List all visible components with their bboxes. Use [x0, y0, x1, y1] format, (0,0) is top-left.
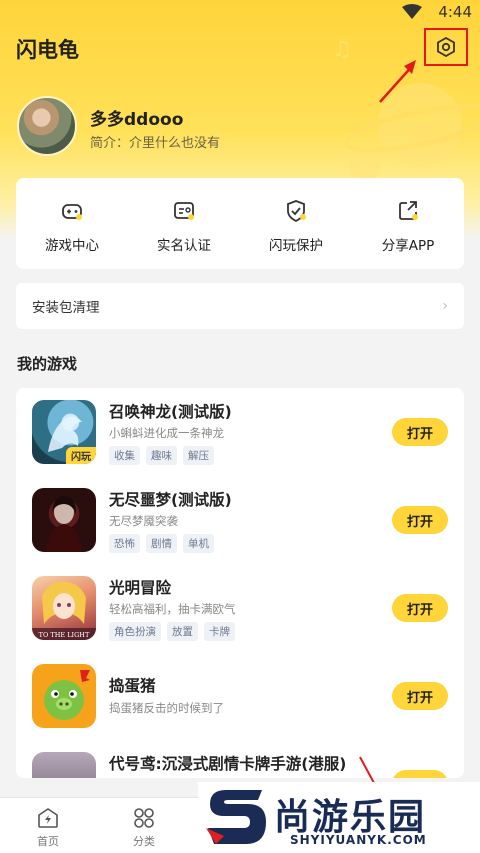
game-tags: 收集 趣味 解压: [109, 446, 214, 465]
app-title: 闪电龟: [16, 38, 79, 62]
horror-character-illustration: [46, 496, 82, 552]
status-time: 4:44: [438, 3, 472, 21]
game-description: 小蝌蚪进化成一条神龙: [109, 426, 224, 440]
game-row[interactable]: 闪玩 召唤神龙(测试版) 小蝌蚪进化成一条神龙 收集 趣味 解压 打开: [16, 400, 464, 488]
shield-check-icon: [287, 200, 306, 223]
open-game-button[interactable]: 打开: [392, 594, 448, 622]
quick-action-label: 闪玩保护: [269, 238, 323, 254]
game-icon[interactable]: 闪玩: [32, 400, 96, 464]
icon-caption: TO THE LIGHT: [39, 631, 90, 639]
open-game-button[interactable]: 打开: [392, 418, 448, 446]
game-tag: 剧情: [146, 534, 177, 553]
category-grid-icon: [134, 808, 154, 828]
open-game-button[interactable]: 打开: [392, 770, 448, 778]
game-name: 代号鸢:沉浸式剧情卡牌手游(港服): [109, 755, 347, 773]
my-games-list: 闪玩 召唤神龙(测试版) 小蝌蚪进化成一条神龙 收集 趣味 解压 打开 无尽噩梦…: [16, 388, 464, 778]
wifi-icon: [402, 4, 422, 19]
open-game-button[interactable]: 打开: [392, 682, 448, 710]
nav-label: 分类: [133, 835, 155, 848]
package-cleanup-row[interactable]: 安装包清理 ›: [16, 283, 464, 329]
game-tag: 放置: [167, 622, 198, 641]
game-tag: 角色扮演: [109, 622, 161, 641]
game-description: 无尽梦魇突袭: [109, 514, 178, 528]
bio-text: 简介：介里什么也没有: [90, 136, 221, 151]
status-bar: 4:44: [0, 0, 480, 26]
share-icon: [399, 201, 418, 220]
game-row[interactable]: TO THE LIGHT 光明冒险 轻松高福利，抽卡满欧气 角色扮演 放置 卡牌…: [16, 576, 464, 664]
svg-text:♫: ♫: [332, 37, 352, 62]
gamepad-icon: [62, 204, 82, 220]
annotation-line: [359, 756, 375, 784]
game-icon[interactable]: [32, 488, 96, 552]
settings-button[interactable]: [424, 28, 468, 66]
quick-action-label: 分享APP: [381, 238, 435, 254]
chevron-right-icon: ›: [442, 298, 448, 314]
quick-action-real-name[interactable]: 实名认证: [128, 178, 240, 269]
id-card-icon: [174, 202, 194, 220]
nav-category[interactable]: 分类: [96, 798, 192, 853]
game-name: 捣蛋猪: [109, 677, 156, 695]
home-lightning-icon: [38, 808, 58, 828]
watermark: 尚游乐园 SHYIYUANYK.COM: [198, 782, 480, 853]
game-tags: 角色扮演 放置 卡牌: [109, 622, 235, 641]
game-icon[interactable]: [32, 664, 96, 728]
game-tag: 解压: [183, 446, 214, 465]
game-tag: 恐怖: [109, 534, 140, 553]
green-pig-illustration: [44, 670, 90, 720]
game-tag: 单机: [183, 534, 214, 553]
package-cleanup-label: 安装包清理: [32, 300, 100, 316]
game-tags: 恐怖 剧情 单机: [109, 534, 214, 553]
watermark-logo: [206, 790, 266, 844]
game-icon[interactable]: TO THE LIGHT: [32, 576, 96, 640]
game-name: 召唤神龙(测试版): [109, 403, 232, 421]
game-tag: 卡牌: [204, 622, 235, 641]
game-description: 捣蛋猪反击的时候到了: [109, 701, 224, 715]
quick-action-share[interactable]: 分享APP: [352, 178, 464, 269]
avatar[interactable]: [17, 96, 77, 156]
quick-action-label: 游戏中心: [45, 238, 99, 254]
watermark-url: SHYIYUANYK.COM: [290, 833, 427, 847]
annotation-arrow: [379, 60, 416, 103]
username[interactable]: 多多ddooo: [90, 105, 183, 130]
anime-character-illustration: TO THE LIGHT: [32, 581, 96, 640]
nav-home[interactable]: 首页: [0, 798, 96, 853]
quick-action-game-center[interactable]: 游戏中心: [16, 178, 128, 269]
my-games-title: 我的游戏: [17, 355, 78, 373]
nav-label: 首页: [37, 835, 59, 848]
open-game-button[interactable]: 打开: [392, 506, 448, 534]
game-row[interactable]: 代号鸢:沉浸式剧情卡牌手游(港服) 打开: [16, 752, 464, 778]
game-name: 无尽噩梦(测试版): [109, 491, 232, 509]
game-description: 轻松高福利，抽卡满欧气: [109, 602, 236, 616]
game-row[interactable]: 捣蛋猪 捣蛋猪反击的时候到了 打开: [16, 664, 464, 752]
game-row[interactable]: 无尽噩梦(测试版) 无尽梦魇突袭 恐怖 剧情 单机 打开: [16, 488, 464, 576]
quick-action-label: 实名认证: [157, 238, 211, 254]
quick-actions-card: 游戏中心 实名认证 闪玩保护 分享APP: [16, 178, 464, 269]
game-icon[interactable]: [32, 752, 96, 778]
game-tag: 趣味: [146, 446, 177, 465]
flash-play-badge: 闪玩: [66, 447, 96, 464]
quick-action-protection[interactable]: 闪玩保护: [240, 178, 352, 269]
game-tag: 收集: [109, 446, 140, 465]
game-name: 光明冒险: [109, 579, 172, 597]
settings-hexagon-icon: [437, 36, 455, 58]
